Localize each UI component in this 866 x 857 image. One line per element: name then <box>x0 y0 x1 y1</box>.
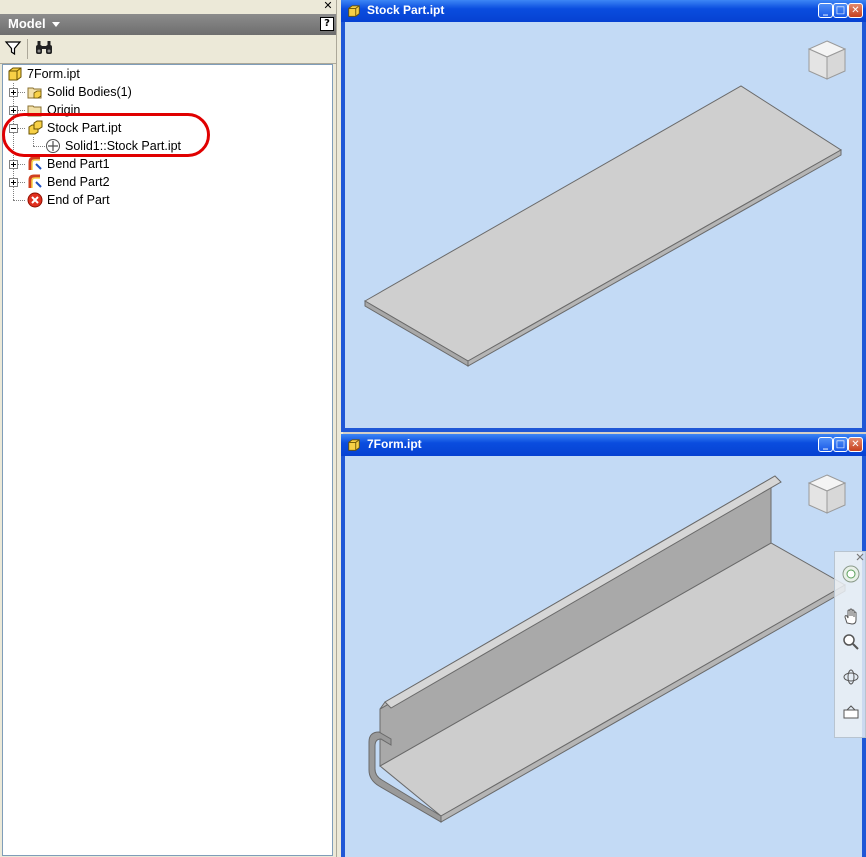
tree-item-label: Solid Bodies(1) <box>47 85 132 99</box>
minimize-button[interactable]: _ <box>818 437 833 452</box>
window-titlebar[interactable]: Stock Part.ipt _ □ ✕ <box>341 0 866 22</box>
help-button[interactable]: ? <box>320 17 334 31</box>
tree-item-bend-part2[interactable]: Bend Part2 <box>7 173 207 191</box>
model-browser-panel: ✕ Model ? 7Form.ipt Solid Bodies(1) Orig… <box>0 0 338 857</box>
maximize-icon: □ <box>835 5 846 16</box>
steering-wheel-icon[interactable] <box>841 564 861 584</box>
tree-item-label: Bend Part2 <box>47 175 110 189</box>
orbit-icon[interactable] <box>841 667 861 687</box>
look-at-icon[interactable] <box>841 702 861 722</box>
tree-item-label: End of Part <box>47 193 110 207</box>
formed-part-model <box>368 475 847 823</box>
filter-icon[interactable] <box>4 39 22 57</box>
close-icon: ✕ <box>851 439 860 450</box>
solid-bodies-folder-icon <box>27 87 42 99</box>
maximize-icon: □ <box>835 439 846 450</box>
document-window-stock-part: Stock Part.ipt _ □ ✕ <box>341 0 866 432</box>
viewcube-icon[interactable] <box>805 471 849 519</box>
bend-part-icon <box>28 156 42 170</box>
end-of-part-icon <box>27 192 43 208</box>
tree-item-label: 7Form.ipt <box>27 67 80 81</box>
window-titlebar[interactable]: 7Form.ipt _ □ ✕ <box>341 434 866 456</box>
bend-part-icon <box>28 174 42 188</box>
panel-title[interactable]: Model <box>8 16 46 31</box>
tree-item-solid-bodies[interactable]: Solid Bodies(1) <box>7 83 207 101</box>
browser-toolbar <box>0 35 338 64</box>
chevron-down-icon[interactable] <box>52 22 60 27</box>
window-title: 7Form.ipt <box>367 437 422 451</box>
toolbar-divider <box>27 39 28 59</box>
viewcube-icon[interactable] <box>805 37 849 85</box>
maximize-button[interactable]: □ <box>833 437 848 452</box>
close-button[interactable]: ✕ <box>848 3 863 18</box>
close-button[interactable]: ✕ <box>848 437 863 452</box>
close-icon[interactable] <box>855 552 865 562</box>
panel-close-button[interactable]: ✕ <box>322 0 334 12</box>
tree-item-7form[interactable]: 7Form.ipt <box>7 65 207 83</box>
part-icon <box>8 67 22 81</box>
panel-topbar: ✕ <box>0 0 338 14</box>
part-icon <box>348 439 360 451</box>
graphics-viewport[interactable] <box>345 456 866 857</box>
tree-item-label: Bend Part1 <box>47 157 110 171</box>
stock-part-model <box>363 85 842 367</box>
graphics-viewport[interactable] <box>345 22 862 428</box>
pan-icon[interactable] <box>841 607 861 627</box>
minimize-icon: _ <box>823 439 828 450</box>
expand-toggle[interactable] <box>9 160 18 169</box>
tree-item-end-of-part[interactable]: End of Part <box>7 191 207 209</box>
close-icon: ✕ <box>851 5 860 16</box>
minimize-icon: _ <box>823 5 828 16</box>
minimize-button[interactable]: _ <box>818 3 833 18</box>
model-tree: 7Form.ipt Solid Bodies(1) Origin Stock P… <box>2 64 333 856</box>
maximize-button[interactable]: □ <box>833 3 848 18</box>
panel-header[interactable]: Model ? <box>0 14 338 35</box>
part-icon <box>348 5 360 17</box>
binoculars-icon[interactable] <box>34 39 54 57</box>
window-title: Stock Part.ipt <box>367 3 445 17</box>
expand-toggle[interactable] <box>9 178 18 187</box>
document-window-7form: 7Form.ipt _ □ ✕ <box>341 434 866 857</box>
expand-toggle[interactable] <box>9 88 18 97</box>
highlight-annotation <box>2 113 210 157</box>
tree-item-bend-part1[interactable]: Bend Part1 <box>7 155 207 173</box>
zoom-icon[interactable] <box>841 632 861 652</box>
navigation-bar <box>834 551 866 738</box>
